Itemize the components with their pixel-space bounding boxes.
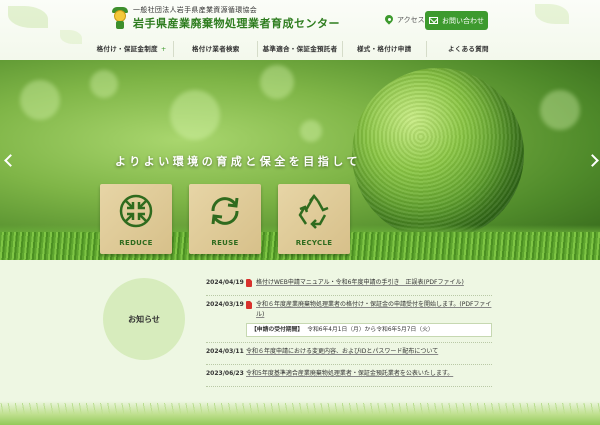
leaf-decoration <box>8 6 48 28</box>
pdf-icon <box>246 279 252 287</box>
org-name-small: 一般社団法人岩手県産業資源循環協会 <box>133 6 258 14</box>
contact-label: お問い合わせ <box>442 16 484 25</box>
news-date: 2023/06/23 <box>206 370 244 377</box>
leaf-decoration <box>535 4 569 24</box>
news-link[interactable]: 令和６年度申請における変更内容、およびIDとパスワード配布について <box>246 347 438 357</box>
news-item[interactable]: 2024/04/19 格付けWEB申請マニュアル・令和6年度申請の手引き 正誤表… <box>206 274 492 296</box>
application-period-box: 【申請の受付期間】 令和6年4月1日（月）から令和6年5月7日（火） <box>246 323 492 337</box>
map-pin-icon <box>385 15 393 25</box>
nav-item-label: 格付け・保証金制度 <box>96 45 158 53</box>
news-section: お知らせ 2024/04/19 格付けWEB申請マニュアル・令和6年度申請の手引… <box>0 260 600 425</box>
site-logo[interactable]: 一般社団法人岩手県産業資源循環協会 岩手県産業廃棄物処理業者育成センター <box>112 6 340 31</box>
news-heading-text: お知らせ <box>128 314 160 324</box>
plus-icon: + <box>160 45 167 53</box>
news-item: 2024/03/19 令和６年度産業廃棄物処理業者の格付け・保証金の申請受付を開… <box>206 296 492 343</box>
reduce-label: REDUCE <box>119 239 153 247</box>
nav-item-contractor-search[interactable]: 格付け業者検索 <box>173 41 257 57</box>
pdf-icon <box>246 301 252 309</box>
recycle-block: RECYCLE <box>278 184 350 254</box>
reuse-label: REUSE <box>211 239 239 247</box>
nav-item-label: 様式・格付け申請 <box>357 45 412 53</box>
hero-tagline: よりよい環境の育成と保全を目指して <box>115 155 361 168</box>
site-header: 一般社団法人岩手県産業資源循環協会 岩手県産業廃棄物処理業者育成センター アクセ… <box>0 0 600 60</box>
news-link[interactable]: 令和６年度産業廃棄物処理業者の格付け・保証金の申請受付を開始します。(PDFファ… <box>256 300 492 320</box>
period-value: 令和6年4月1日（月）から令和6年5月7日（火） <box>307 327 434 333</box>
recycle-label: RECYCLE <box>295 239 333 247</box>
news-date: 2024/04/19 <box>206 279 244 286</box>
reuse-block: REUSE <box>189 184 261 254</box>
reuse-icon <box>211 197 239 225</box>
nav-item-label: 格付け業者検索 <box>192 45 240 53</box>
nav-item-faq[interactable]: よくある質問 <box>425 41 510 57</box>
access-link[interactable]: アクセス <box>385 15 425 25</box>
org-name-main: 岩手県産業廃棄物処理業者育成センター <box>133 17 340 30</box>
access-label: アクセス <box>397 16 425 24</box>
nav-item-label: 基準適合・保証金預託者 <box>262 45 338 53</box>
news-list: 2024/04/19 格付けWEB申請マニュアル・令和6年度申請の手引き 正誤表… <box>206 274 492 387</box>
leaf-decoration <box>60 30 82 44</box>
green-globe-image <box>352 68 524 240</box>
mail-icon <box>429 17 438 24</box>
contact-button[interactable]: お問い合わせ <box>425 11 488 30</box>
slider-prev-arrow-icon[interactable] <box>3 153 13 167</box>
news-item[interactable]: 2024/03/11 令和６年度申請における変更内容、およびIDとパスワード配布… <box>206 343 492 365</box>
slider-next-arrow-icon[interactable] <box>588 153 598 167</box>
news-date: 2024/03/11 <box>206 348 244 355</box>
news-item[interactable]: 2023/06/23 令和5年度基準適合産業廃棄物処理業者・保証金預託業者を公表… <box>206 365 492 387</box>
hero-slider: よりよい環境の育成と保全を目指して REDUCE REUSE RECYCLE <box>0 60 600 260</box>
period-label: 【申請の受付期間】 <box>251 327 304 333</box>
mascot-icon <box>112 7 128 29</box>
main-nav: 格付け・保証金制度 + 格付け業者検索 基準適合・保証金預託者 様式・格付け申請 … <box>90 41 510 57</box>
recycle-icon <box>298 193 329 229</box>
news-heading: お知らせ <box>103 278 185 360</box>
news-date: 2024/03/19 <box>206 301 244 308</box>
reduce-block: REDUCE <box>100 184 172 254</box>
nav-item-forms-application[interactable]: 様式・格付け申請 <box>341 41 426 57</box>
nav-item-rating-system[interactable]: 格付け・保証金制度 + <box>90 41 173 57</box>
reduce-icon <box>119 194 153 228</box>
nav-item-compliant-depositors[interactable]: 基準適合・保証金預託者 <box>257 41 341 57</box>
news-link[interactable]: 令和5年度基準適合産業廃棄物処理業者・保証金預託業者を公表いたします。 <box>246 369 453 379</box>
grass-footer-decoration <box>0 401 600 425</box>
nav-item-label: よくある質問 <box>448 45 489 53</box>
news-link[interactable]: 格付けWEB申請マニュアル・令和6年度申請の手引き 正誤表(PDFファイル) <box>256 278 464 288</box>
